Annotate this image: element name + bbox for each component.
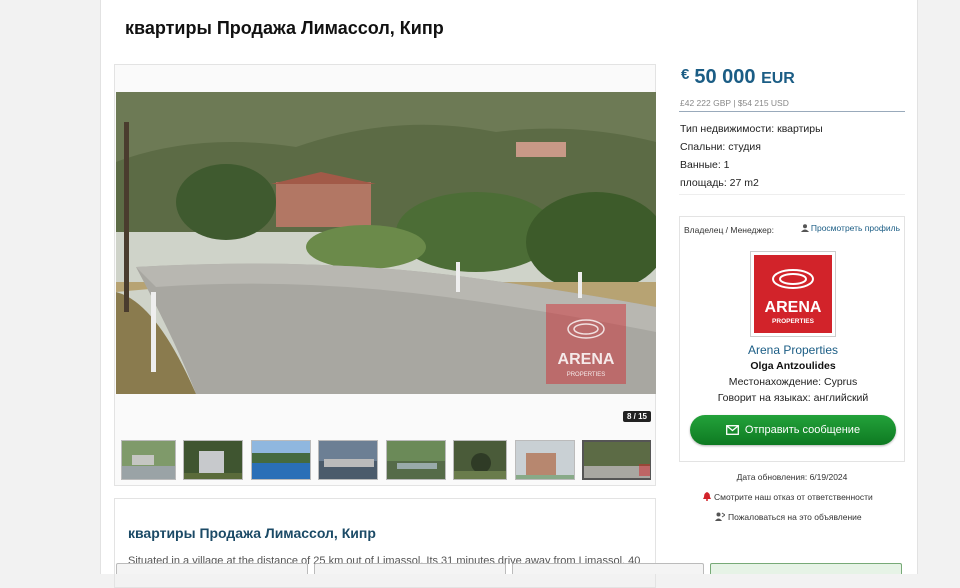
logo-sub: PROPERTIES — [772, 318, 814, 325]
view-profile-link[interactable]: Просмотреть профиль — [800, 223, 900, 233]
agent-languages: Говорит на языках: английский — [717, 392, 869, 404]
page-title: квартиры Продажа Лимассол, Кипр — [125, 18, 444, 38]
divider — [679, 194, 905, 195]
logo-brand: ARENA — [764, 299, 822, 316]
bottom-bar-button[interactable] — [512, 563, 704, 574]
owner-label: Владелец / Менеджер: — [684, 225, 775, 235]
listing-page: квартиры Продажа Лимассол, Кипр ARENA PR… — [100, 0, 918, 588]
person-icon — [800, 224, 809, 232]
property-facts: Тип недвижимости: квартиры Спальни: студ… — [680, 120, 823, 192]
report-label: Пожаловаться на это объявление — [728, 512, 862, 522]
bottom-action-bar — [116, 563, 904, 574]
thumbnail[interactable] — [121, 440, 176, 480]
photo-counter: 8 / 15 — [622, 411, 651, 422]
send-message-button[interactable]: Отправить сообщение — [690, 415, 896, 445]
mail-icon — [725, 425, 739, 435]
road-landscape-image: ARENA PROPERTIES — [116, 92, 656, 394]
bottom-bar-button[interactable] — [116, 563, 308, 574]
thumbnail[interactable] — [250, 440, 311, 480]
alert-icon — [703, 492, 711, 501]
agent-location: Местонахождение: Cyprus — [728, 376, 858, 388]
fact-type: Тип недвижимости: квартиры — [680, 123, 823, 135]
fact-bedrooms: Спальни: студия — [680, 141, 761, 153]
send-message-label: Отправить сообщение — [744, 424, 861, 436]
report-listing-link[interactable]: Пожаловаться на это объявление — [715, 512, 862, 522]
fact-bathrooms: Ванные: 1 — [680, 159, 730, 171]
owner-card: Владелец / Менеджер: Просмотреть профиль… — [679, 216, 905, 462]
thumbnail[interactable] — [453, 440, 508, 480]
report-icon — [715, 512, 726, 521]
updated-date: Дата обновления: 6/19/2024 — [736, 472, 848, 482]
thumbnail[interactable] — [514, 440, 575, 480]
svg-text:PROPERTIES: PROPERTIES — [567, 372, 606, 378]
bottom-bar-button[interactable] — [710, 563, 902, 574]
price-amount: 50 000 — [694, 66, 756, 88]
thumbnail-active[interactable] — [582, 440, 651, 480]
disclaimer-label: Смотрите наш отказ от ответственности — [714, 492, 873, 502]
svg-text:ARENA: ARENA — [558, 351, 615, 368]
currency-symbol: € — [681, 66, 690, 83]
thumbnail[interactable] — [318, 440, 379, 480]
price-currency: EUR — [761, 70, 795, 87]
agency-logo[interactable]: ARENA PROPERTIES — [750, 251, 836, 337]
main-photo[interactable]: ARENA PROPERTIES — [116, 92, 656, 394]
price-alternate-currencies: £42 222 GBP | $54 215 USD — [680, 98, 789, 108]
agent-name: Olga Antzoulides — [750, 360, 836, 372]
thumbnail[interactable] — [385, 440, 446, 480]
arena-logo-icon — [772, 269, 814, 289]
description-title: квартиры Продажа Лимассол, Кипр — [128, 525, 376, 541]
photo-gallery: ARENA PROPERTIES 8 / 15 › — [114, 64, 656, 486]
thumbnail-strip: › — [121, 440, 651, 482]
agency-name-link[interactable]: Arena Properties — [680, 343, 906, 357]
disclaimer-link[interactable]: Смотрите наш отказ от ответственности — [703, 492, 873, 502]
thumbnail[interactable] — [183, 440, 244, 480]
divider — [679, 111, 905, 112]
fact-area: площадь: 27 m2 — [680, 177, 759, 189]
price: €50 000 EUR — [681, 66, 795, 89]
bottom-bar-button[interactable] — [314, 563, 506, 574]
view-profile-label: Просмотреть профиль — [810, 223, 900, 233]
description-box: квартиры Продажа Лимассол, Кипр Situated… — [114, 498, 656, 588]
